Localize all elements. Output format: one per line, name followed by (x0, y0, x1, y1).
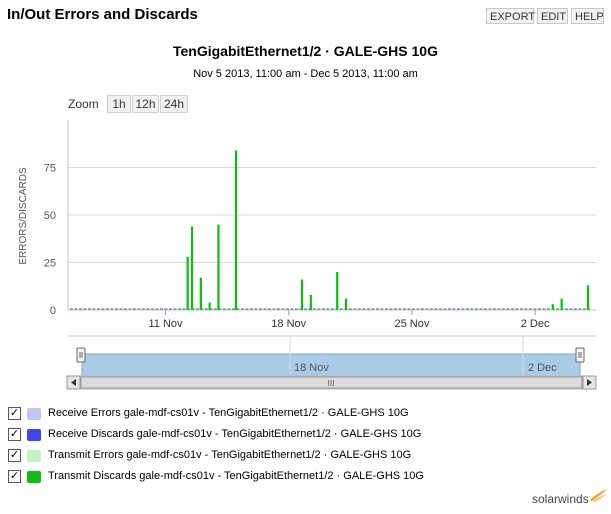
legend-label: Transmit Errors gale-mdf-cs01v - TenGiga… (48, 449, 412, 461)
x-tick-label-1: 18 Nov (271, 318, 306, 330)
navigator-right-handle[interactable] (575, 347, 585, 363)
bar-s0-p1 (190, 226, 194, 310)
x-tick-label-2: 25 Nov (395, 318, 430, 330)
bar-s0-p0 (186, 256, 189, 310)
navigator-tick-18-nov: 18 Nov (294, 362, 329, 374)
y-tick-label-0: 0 (50, 305, 56, 317)
bar-s0-p3 (208, 302, 211, 310)
x-tick-label-0: 11 Nov (149, 318, 184, 330)
bar-s0-p5 (234, 150, 238, 310)
legend-label: Transmit Discards gale-mdf-cs01v - TenGi… (48, 470, 424, 482)
bar-s0-p11 (560, 298, 563, 310)
bar-s0-p8 (336, 272, 339, 310)
scrollbar-grip: III (328, 379, 335, 388)
y-tick-label-50: 50 (44, 210, 56, 222)
legend-item-receive-errors[interactable]: ✓ Receive Errors gale-mdf-cs01v - TenGig… (8, 406, 448, 422)
bar-s0-p4 (217, 224, 220, 310)
bar-s0-p12 (586, 285, 590, 310)
legend-checkbox[interactable]: ✓ (8, 449, 21, 462)
navigator-selection[interactable] (81, 353, 581, 377)
x-tick-label-3: 2 Dec (521, 318, 550, 330)
legend-item-receive-discards[interactable]: ✓ Receive Discards gale-mdf-cs01v - TenG… (8, 427, 448, 443)
bar-s0-p10 (551, 304, 554, 310)
solarwinds-logo-icon (590, 489, 607, 502)
y-axis-label: ERRORS/DISCARDS (18, 167, 29, 265)
legend-label: Receive Discards gale-mdf-cs01v - TenGig… (48, 428, 422, 440)
legend-swatch (27, 471, 41, 483)
legend-swatch (27, 450, 41, 462)
y-tick-label-25: 25 (44, 258, 56, 270)
legend-checkbox[interactable]: ✓ (8, 428, 21, 441)
brand-logo-text: solarwinds (532, 492, 589, 506)
errors-discards-chart: 0 25 50 75 11 Nov 18 Nov 25 Nov 2 Dec ERRORS/DI… (18, 120, 597, 390)
legend-checkbox[interactable]: ✓ (8, 470, 21, 483)
bar-s0-p2 (199, 277, 202, 310)
legend-label: Receive Errors gale-mdf-cs01v - TenGigab… (48, 407, 409, 419)
legend-swatch (27, 408, 41, 420)
y-tick-label-75: 75 (44, 163, 56, 175)
bar-s0-p9 (344, 298, 348, 310)
legend-swatch (27, 429, 41, 441)
legend-item-transmit-discards[interactable]: ✓ Transmit Discards gale-mdf-cs01v - Ten… (8, 469, 448, 485)
bar-s0-p7 (309, 294, 312, 310)
legend-checkbox[interactable]: ✓ (8, 407, 21, 420)
navigator-scrollbar[interactable]: III (66, 375, 597, 390)
bar-s0-p6 (300, 279, 304, 310)
range-navigator[interactable]: 18 Nov 2 Dec (68, 335, 596, 377)
legend-item-transmit-errors[interactable]: ✓ Transmit Errors gale-mdf-cs01v - TenGi… (8, 448, 448, 464)
navigator-left-handle[interactable] (76, 347, 86, 363)
navigator-tick-2-dec: 2 Dec (528, 362, 557, 374)
